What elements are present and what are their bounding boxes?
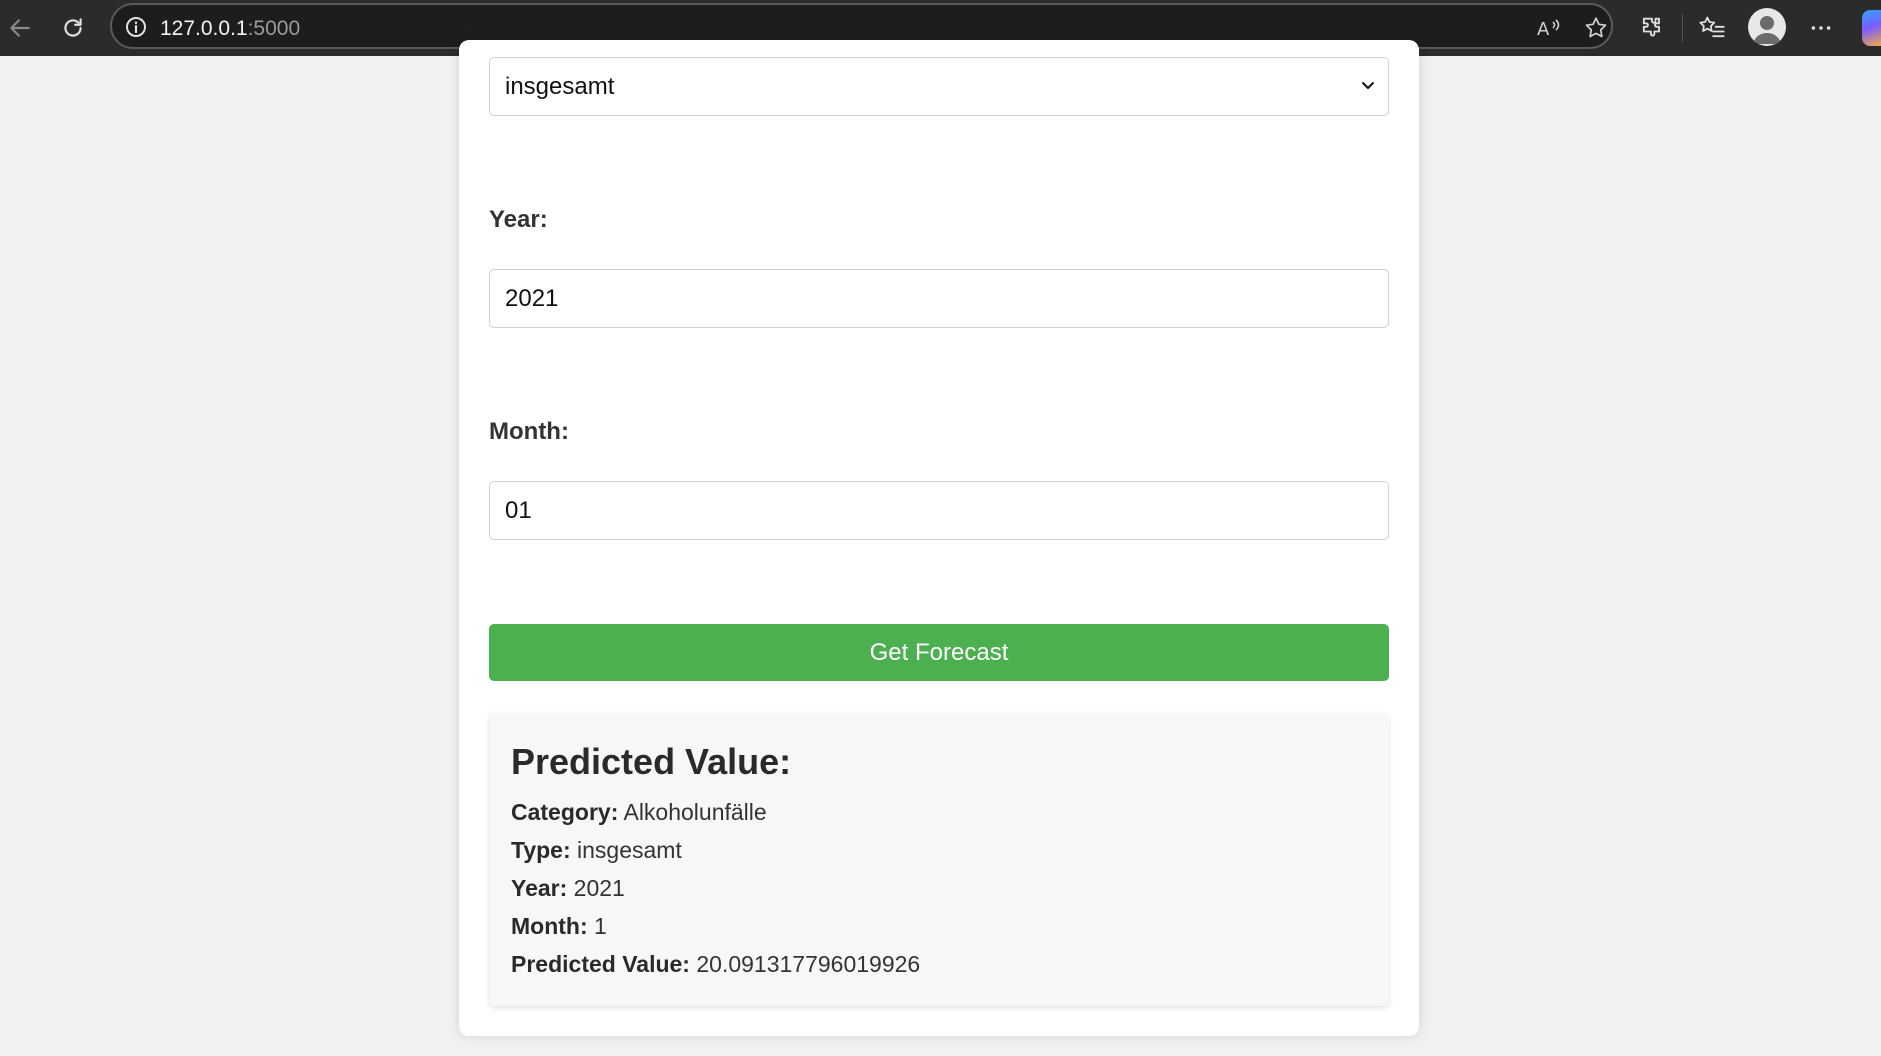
get-forecast-button[interactable]: Get Forecast <box>489 624 1389 681</box>
result-category-row: Category: Alkoholunfälle <box>511 799 767 826</box>
refresh-icon[interactable] <box>53 8 93 48</box>
extensions-puzzle-icon[interactable] <box>1632 8 1672 48</box>
result-predicted-label: Predicted Value: <box>511 951 690 977</box>
favorite-star-icon[interactable] <box>1579 11 1613 45</box>
month-label: Month: <box>489 418 569 445</box>
year-input[interactable]: 2021 <box>489 269 1389 328</box>
more-options-icon[interactable] <box>1801 8 1841 48</box>
type-select[interactable]: insgesamt <box>489 57 1389 116</box>
month-input[interactable]: 01 <box>489 481 1389 540</box>
result-month-label: Month: <box>511 913 588 939</box>
result-month-row: Month: 1 <box>511 913 607 940</box>
result-type-row: Type: insgesamt <box>511 837 682 864</box>
result-heading: Predicted Value: <box>511 741 792 782</box>
result-predicted-value: 20.091317796019926 <box>696 951 921 977</box>
profile-avatar[interactable] <box>1748 8 1786 46</box>
result-month-value: 1 <box>594 913 607 939</box>
url-text[interactable]: 127.0.0.1:5000 <box>160 17 300 41</box>
url-host: 127.0.0.1 <box>160 17 248 40</box>
result-predicted-row: Predicted Value: 20.091317796019926 <box>511 951 920 978</box>
svg-text:A: A <box>1537 19 1550 40</box>
month-input-value: 01 <box>505 496 532 524</box>
read-aloud-icon[interactable]: A <box>1532 11 1566 45</box>
back-arrow-icon[interactable] <box>0 8 40 48</box>
year-label: Year: <box>489 206 548 233</box>
result-category-value: Alkoholunfälle <box>623 799 767 825</box>
year-input-value: 2021 <box>505 284 559 312</box>
result-year-row: Year: 2021 <box>511 875 625 902</box>
result-type-value: insgesamt <box>577 837 682 863</box>
type-select-value: insgesamt <box>505 72 615 100</box>
toolbar-divider <box>1682 14 1683 42</box>
copilot-icon[interactable] <box>1862 10 1881 46</box>
result-category-label: Category: <box>511 799 619 825</box>
result-type-label: Type: <box>511 837 571 863</box>
result-year-value: 2021 <box>573 875 625 901</box>
result-panel: Predicted Value: Category: Alkoholunfäll… <box>489 713 1389 1006</box>
result-year-label: Year: <box>511 875 568 901</box>
site-info-icon[interactable] <box>124 15 148 39</box>
url-port: :5000 <box>247 17 301 40</box>
favorites-list-icon[interactable] <box>1692 8 1732 48</box>
chevron-down-icon <box>1362 82 1374 89</box>
